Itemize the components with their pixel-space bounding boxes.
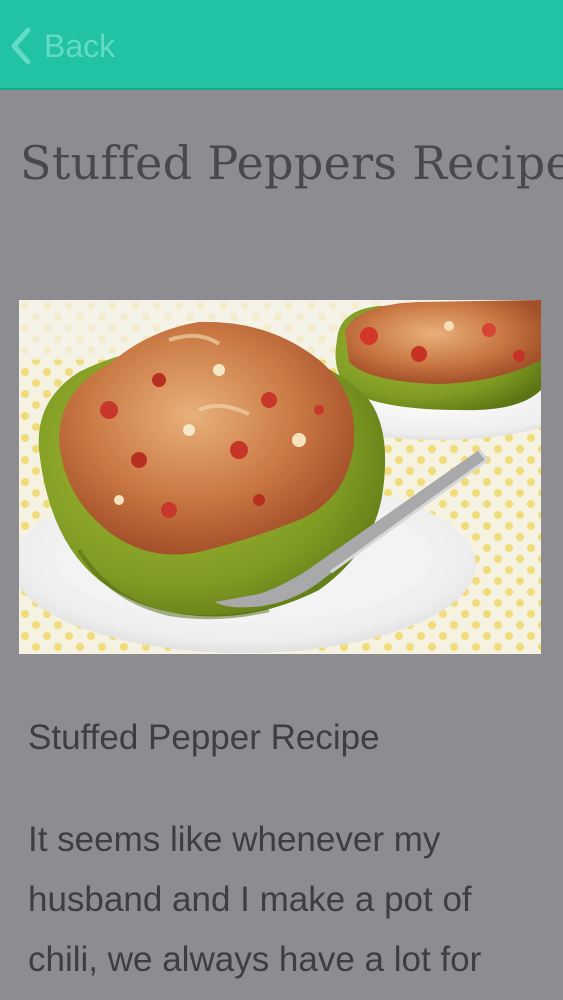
page-title: Stuffed Peppers Recipe — [20, 136, 563, 190]
chevron-left-icon — [11, 27, 31, 65]
recipe-subtitle: Stuffed Pepper Recipe — [28, 718, 380, 757]
back-label: Back — [44, 28, 116, 64]
back-button[interactable]: Back — [8, 24, 115, 68]
recipe-intro-text: It seems like whenever my husband and I … — [28, 820, 482, 979]
stuffed-pepper-photo — [19, 300, 541, 654]
app-screen: Back Stuffed Peppers Recipe Stuffed Pepp… — [0, 0, 563, 1000]
navigation-bar: Back — [0, 0, 563, 90]
